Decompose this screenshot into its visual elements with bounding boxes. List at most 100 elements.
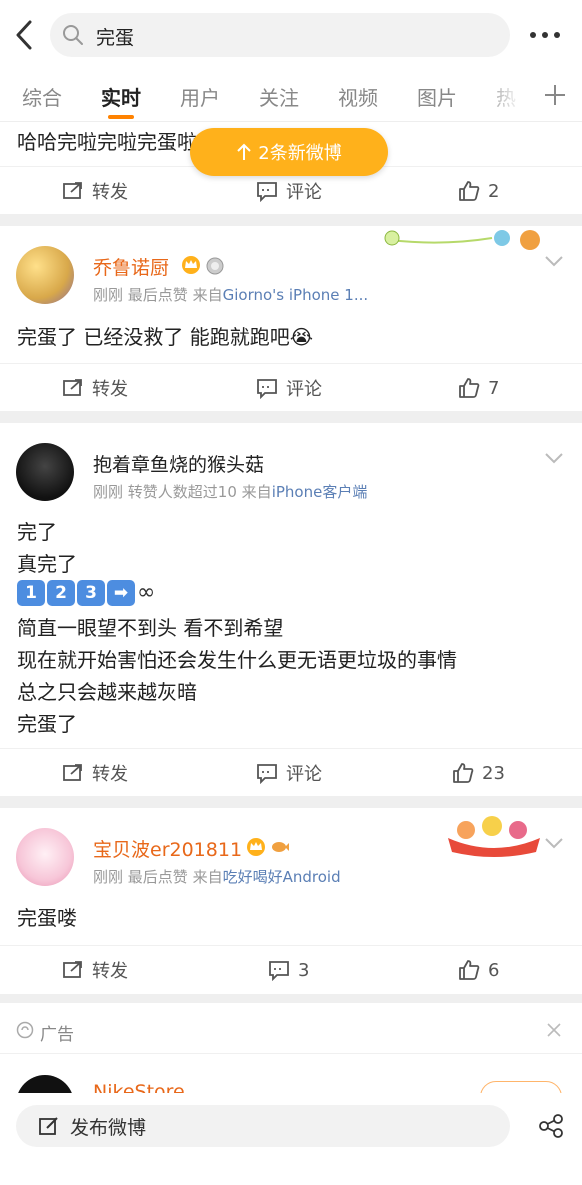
author-name[interactable]: 乔鲁诺厨 bbox=[93, 253, 169, 280]
repost-button[interactable]: 转发 bbox=[62, 364, 128, 412]
keycap-1-icon: 1 bbox=[17, 580, 45, 606]
post-text: 完了 bbox=[17, 520, 57, 544]
comment-button[interactable]: 3 bbox=[268, 946, 309, 994]
close-icon[interactable] bbox=[546, 1022, 562, 1038]
post-meta: 刚刚 最后点赞 来自吃好喝好Android bbox=[93, 866, 341, 887]
comment-count: 3 bbox=[298, 959, 310, 981]
source-prefix: 来自 bbox=[192, 286, 223, 304]
keycap-2-icon: 2 bbox=[47, 580, 75, 606]
tab-video[interactable]: 视频 bbox=[338, 82, 378, 111]
add-tab-button[interactable] bbox=[540, 80, 570, 110]
thumbs-up-icon bbox=[459, 960, 480, 980]
keycap-3-icon: 3 bbox=[77, 580, 105, 606]
up-arrow-icon bbox=[237, 143, 251, 160]
comment-button[interactable]: 评论 bbox=[256, 749, 322, 797]
search-icon bbox=[63, 25, 83, 45]
post-actions: 转发 评论 23 bbox=[0, 748, 582, 796]
post-text: 现在就开始害怕还会发生什么更无语更垃圾的事情 bbox=[17, 648, 457, 672]
post-time: 刚刚 bbox=[93, 286, 124, 304]
post-text: 完蛋喽 bbox=[17, 906, 77, 930]
search-query: 完蛋 bbox=[96, 27, 135, 49]
post-source: iPhone客户端 bbox=[271, 483, 368, 501]
avatar[interactable] bbox=[16, 828, 74, 886]
crown-badge-icon bbox=[247, 838, 265, 856]
tab-realtime[interactable]: 实时 bbox=[101, 82, 141, 111]
post-actions: 转发 评论 7 bbox=[0, 363, 582, 411]
avatar[interactable] bbox=[16, 443, 74, 501]
more-options-button[interactable] bbox=[525, 20, 565, 50]
avatar[interactable] bbox=[16, 246, 74, 304]
back-button[interactable] bbox=[10, 18, 40, 52]
bottom-bar: 发布微博 bbox=[0, 1093, 582, 1185]
author-name[interactable]: 抱着章鱼烧的猴头菇 bbox=[93, 450, 264, 477]
right-arrow-icon: ➡ bbox=[107, 580, 135, 606]
repost-icon bbox=[63, 961, 82, 978]
tab-images[interactable]: 图片 bbox=[417, 82, 457, 111]
chevron-down-icon[interactable] bbox=[544, 836, 564, 850]
more-dots-icon bbox=[530, 32, 560, 38]
post-card: 乔鲁诺厨 刚刚 最后点赞 来自Giorno's iPhone 1... 完蛋了 … bbox=[0, 226, 582, 411]
card-decoration-icon bbox=[384, 230, 540, 250]
post-meta: 刚刚 转赞人数超过10 来自iPhone客户端 bbox=[93, 481, 367, 502]
comment-button[interactable]: 评论 bbox=[256, 364, 322, 412]
infinity-icon: ∞ bbox=[137, 580, 156, 605]
post-text: 简直一眼望不到头 看不到希望 bbox=[17, 616, 284, 640]
tab-bar: 综合 实时 用户 关注 视频 图片 热 bbox=[0, 70, 582, 122]
like-count: 7 bbox=[488, 377, 500, 399]
like-count: 2 bbox=[488, 180, 500, 202]
tab-following[interactable]: 关注 bbox=[259, 82, 299, 111]
like-button[interactable]: 23 bbox=[452, 749, 505, 797]
plus-icon bbox=[545, 85, 565, 105]
emoji-sequence: 1 2 3 ➡ ∞ bbox=[17, 580, 155, 606]
search-input[interactable]: 完蛋 bbox=[50, 13, 510, 57]
search-header: 完蛋 bbox=[0, 0, 582, 70]
author-name[interactable]: 宝贝波er201811 bbox=[93, 835, 242, 862]
post-text: 真完了 bbox=[17, 552, 77, 576]
tab-users[interactable]: 用户 bbox=[180, 82, 220, 111]
compose-label: 发布微博 bbox=[70, 1116, 147, 1139]
thumbs-up-icon bbox=[459, 181, 480, 201]
crown-badge-icon bbox=[182, 256, 200, 274]
tab-comprehensive[interactable]: 综合 bbox=[22, 82, 62, 111]
new-posts-pill[interactable]: 2条新微博 bbox=[190, 128, 388, 176]
edit-icon bbox=[39, 1117, 58, 1135]
comment-icon bbox=[257, 379, 277, 399]
medal-icon bbox=[206, 257, 224, 275]
like-count: 23 bbox=[482, 762, 505, 784]
ad-info-icon bbox=[16, 1021, 34, 1039]
back-arrow-icon bbox=[16, 20, 32, 50]
post-source: 吃好喝好Android bbox=[222, 868, 341, 886]
thumbs-up-icon bbox=[453, 763, 474, 783]
post-time: 刚刚 bbox=[93, 483, 124, 501]
source-prefix: 来自 bbox=[192, 868, 223, 886]
repost-button[interactable]: 转发 bbox=[62, 167, 128, 215]
tab-fade bbox=[480, 70, 540, 120]
like-count: 6 bbox=[488, 959, 500, 981]
comment-label: 评论 bbox=[286, 379, 322, 400]
repost-label: 转发 bbox=[92, 379, 128, 400]
comment-label: 评论 bbox=[286, 182, 322, 203]
post-note: 最后点赞 bbox=[127, 286, 188, 304]
post-time: 刚刚 bbox=[93, 868, 124, 886]
like-button[interactable]: 6 bbox=[458, 946, 499, 994]
post-text: 哈哈完啦完啦完蛋啦 bbox=[17, 130, 197, 154]
comment-icon bbox=[257, 764, 277, 784]
like-button[interactable]: 7 bbox=[458, 364, 499, 412]
chevron-down-icon[interactable] bbox=[544, 451, 564, 465]
compose-post-button[interactable]: 发布微博 bbox=[16, 1105, 510, 1147]
repost-icon bbox=[63, 764, 82, 781]
repost-label: 转发 bbox=[92, 182, 128, 203]
repost-button[interactable]: 转发 bbox=[62, 946, 128, 994]
like-button[interactable]: 2 bbox=[458, 167, 499, 215]
post-text: 总之只会越来越灰暗 bbox=[17, 680, 197, 704]
new-posts-label: 2条新微博 bbox=[258, 143, 342, 164]
repost-icon bbox=[63, 182, 82, 199]
repost-button[interactable]: 转发 bbox=[62, 749, 128, 797]
post-note: 最后点赞 bbox=[127, 868, 188, 886]
chevron-down-icon[interactable] bbox=[544, 254, 564, 268]
share-icon[interactable] bbox=[538, 1113, 564, 1139]
post-card: 抱着章鱼烧的猴头菇 刚刚 转赞人数超过10 来自iPhone客户端 完了 真完了… bbox=[0, 423, 582, 796]
repost-label: 转发 bbox=[92, 764, 128, 785]
post-text: 完蛋了 bbox=[17, 712, 77, 736]
post-text: 完蛋了 已经没救了 能跑就跑吧😭 bbox=[17, 325, 314, 349]
